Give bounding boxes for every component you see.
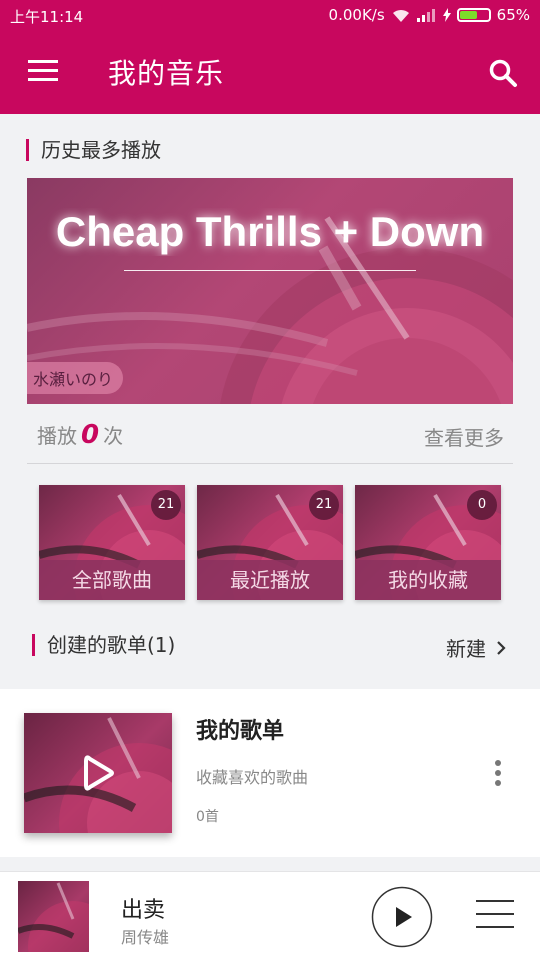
section-title-created-playlists: 创建的歌单(1) (32, 634, 175, 656)
now-playing-cover[interactable] (18, 881, 89, 952)
chevron-right-icon (497, 640, 506, 655)
wifi-icon (392, 9, 409, 22)
category-label: 我的收藏 (355, 560, 501, 600)
category-count-badge: 21 (151, 490, 181, 520)
history-banner[interactable]: Cheap Thrills + Down 水瀬いのり (27, 178, 513, 404)
banner-divider (124, 270, 416, 271)
playlist-song-count: 0首 (196, 809, 219, 825)
play-icon (84, 755, 114, 791)
play-count-value: 0 (81, 420, 100, 450)
turntable-image (18, 882, 89, 952)
app-bar: 我的音乐 (0, 30, 540, 114)
play-button[interactable] (371, 886, 433, 948)
status-bar: 上午11:14 0.00K/s 65% (0, 0, 540, 30)
banner-title: Cheap Thrills + Down (55, 208, 485, 255)
new-playlist-label: 新建 (446, 637, 486, 661)
divider (27, 463, 513, 464)
playlist-name: 我的歌单 (196, 719, 285, 744)
playlist-cover[interactable] (24, 713, 172, 833)
banner-artist: 水瀬いのり (27, 362, 124, 394)
play-count: 播放 0 次 (37, 420, 123, 450)
section-title-history: 历史最多播放 (26, 139, 161, 161)
category-favorites[interactable]: 0 我的收藏 (355, 485, 501, 600)
menu-icon[interactable] (28, 60, 58, 82)
page-title: 我的音乐 (108, 57, 225, 90)
search-icon[interactable] (488, 58, 518, 88)
new-playlist-button[interactable]: 新建 (446, 633, 506, 662)
status-time: 上午11:14 (10, 8, 84, 26)
more-vertical-icon[interactable] (490, 759, 506, 789)
signal-icon (416, 9, 435, 22)
category-count-badge: 21 (309, 490, 339, 520)
now-playing-title: 出卖 (121, 898, 166, 923)
now-playing-artist: 周传雄 (121, 928, 170, 947)
category-recent-plays[interactable]: 21 最近播放 (197, 485, 343, 600)
network-speed: 0.00K/s (328, 6, 385, 24)
battery-percent: 65% (496, 6, 530, 24)
status-right: 0.00K/s 65% (329, 6, 530, 24)
playlist-queue-icon[interactable] (476, 900, 514, 930)
category-count-badge: 0 (467, 490, 497, 520)
category-label: 最近播放 (197, 560, 343, 600)
playlist-description: 收藏喜欢的歌曲 (196, 768, 309, 787)
play-count-unit: 次 (103, 424, 124, 448)
category-all-songs[interactable]: 21 全部歌曲 (39, 485, 185, 600)
playlist-item[interactable]: 我的歌单 收藏喜欢的歌曲 0首 (0, 689, 540, 857)
charging-icon (442, 8, 451, 22)
play-count-label: 播放 (37, 424, 77, 448)
battery-level (459, 11, 477, 19)
battery-icon (456, 8, 491, 22)
category-label: 全部歌曲 (39, 560, 185, 600)
mini-player: 出卖 周传雄 (0, 871, 540, 960)
see-more-link[interactable]: 查看更多 (424, 422, 504, 451)
